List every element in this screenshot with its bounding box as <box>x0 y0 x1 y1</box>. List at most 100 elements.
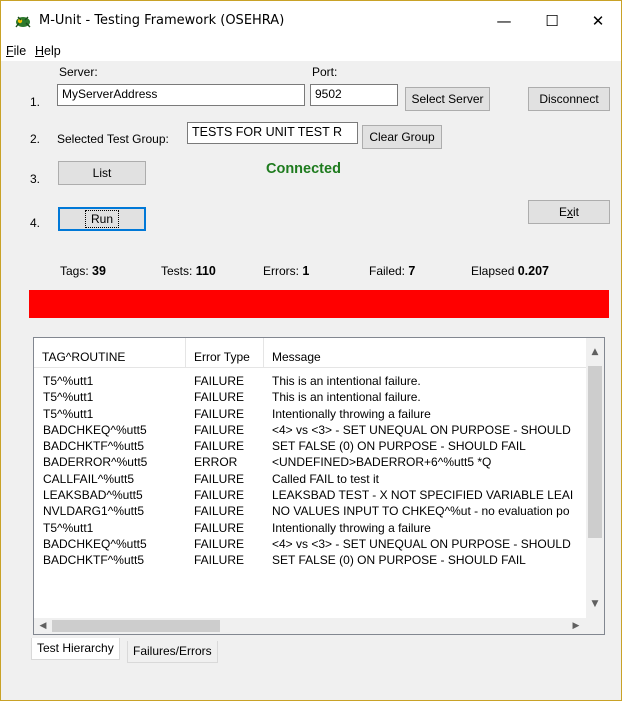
row-message: Intentionally throwing a failure <box>272 520 431 535</box>
port-label: Port: <box>312 65 338 79</box>
app-logo-icon <box>15 16 31 28</box>
horizontal-scroll-thumb[interactable] <box>52 620 220 632</box>
run-button-label: Run <box>84 210 120 228</box>
exit-button-prefix: E <box>558 205 567 219</box>
tab-failures-errors[interactable]: Failures/Errors <box>127 641 218 663</box>
row-error-type: FAILURE <box>194 471 245 486</box>
exit-button[interactable]: Ex it <box>528 200 610 224</box>
exit-button-suffix: it <box>573 205 579 219</box>
tests-stat: Tests: 110 <box>161 264 216 278</box>
errors-value: 1 <box>302 264 310 278</box>
disconnect-button[interactable]: Disconnect <box>528 87 610 111</box>
row-tag-routine: BADCHKTF^%utt5 <box>43 439 144 454</box>
results-list-body: T5^%utt1 FAILURE This is an intentional fa… <box>34 374 586 570</box>
column-header-error-type[interactable]: Error Type <box>186 338 264 368</box>
elapsed-stat: Elapsed 0.207 <box>471 264 549 278</box>
results-list-header: TAG^ROUTINE Error Type Message <box>34 338 586 368</box>
errors-stat: Errors: 1 <box>263 264 309 278</box>
table-row[interactable]: BADCHKEQ^%utt5 FAILURE <4> vs <3> - SET UN… <box>34 537 586 553</box>
row-error-type: ERROR <box>194 455 238 470</box>
clear-group-button[interactable]: Clear Group <box>362 125 442 149</box>
menu-help[interactable]: Help <box>35 44 61 58</box>
menu-bar: File Help <box>1 41 621 61</box>
row-message: NO VALUES INPUT TO CHKEQ^%ut - no evalua… <box>272 504 570 519</box>
row-message: This is an intentional failure. <box>272 374 421 388</box>
menu-file-label: ile <box>13 44 27 58</box>
table-row[interactable]: BADCHKTF^%utt5 FAILURE SET FALSE (0) ON PU… <box>34 439 586 455</box>
row-tag-routine: BADCHKTF^%utt5 <box>43 553 144 568</box>
row-message: Called FAIL to test it <box>272 471 379 486</box>
step-1-label: 1. <box>30 95 41 109</box>
table-row[interactable]: BADCHKEQ^%utt5 FAILURE <4> vs <3> - SET UN… <box>34 423 586 439</box>
scroll-corner <box>586 618 604 634</box>
test-group-input[interactable]: TESTS FOR UNIT TEST R <box>187 122 358 144</box>
server-input[interactable]: MyServerAddress <box>57 84 305 106</box>
row-tag-routine: T5^%utt1 <box>43 390 94 405</box>
close-button[interactable]: ✕ <box>575 1 621 41</box>
run-button[interactable]: Run <box>58 207 146 231</box>
column-header-tag-routine[interactable]: TAG^ROUTINE <box>34 338 186 368</box>
row-tag-routine: NVLDARG1^%utt5 <box>43 504 145 519</box>
row-message: This is an intentional failure. <box>272 390 421 405</box>
table-row[interactable]: T5^%utt1 FAILURE This is an intentional fa… <box>34 374 586 390</box>
table-row[interactable]: T5^%utt1 FAILURE Intentionally throwing a … <box>34 521 586 537</box>
scroll-down-icon[interactable]: ▼ <box>587 596 603 612</box>
port-input[interactable]: 9502 <box>310 84 398 106</box>
maximize-button[interactable]: ☐ <box>529 1 575 41</box>
tags-label: Tags: <box>60 264 89 278</box>
table-row[interactable]: T5^%utt1 FAILURE This is an intentional fa… <box>34 390 586 406</box>
menu-file[interactable]: File <box>6 44 26 58</box>
elapsed-label: Elapsed <box>471 264 515 278</box>
row-tag-routine: BADCHKEQ^%utt5 <box>43 422 147 437</box>
menu-help-accel: H <box>35 44 45 58</box>
row-error-type: FAILURE <box>194 374 245 388</box>
row-error-type: FAILURE <box>194 439 245 454</box>
vertical-scrollbar[interactable]: ▲ ▼ <box>586 338 604 618</box>
table-row[interactable]: BADCHKTF^%utt5 FAILURE SET FALSE (0) ON PU… <box>34 553 586 569</box>
table-row[interactable]: NVLDARG1^%utt5 FAILURE NO VALUES INPUT TO … <box>34 504 586 520</box>
row-message: <UNDEFINED>BADERROR+6^%utt5 *Q <box>272 455 492 470</box>
row-message: SET FALSE (0) ON PURPOSE - SHOULD FAIL <box>272 553 526 568</box>
scroll-up-icon[interactable]: ▲ <box>587 344 603 360</box>
table-row[interactable]: BADERROR^%utt5 ERROR <UNDEFINED>BADERROR+6… <box>34 455 586 471</box>
step-2-label: 2. <box>30 132 41 146</box>
failed-value: 7 <box>408 264 416 278</box>
row-error-type: FAILURE <box>194 488 245 503</box>
list-button[interactable]: List <box>58 161 146 185</box>
step-4-label: 4. <box>30 216 41 230</box>
elapsed-value: 0.207 <box>517 264 549 278</box>
row-tag-routine: T5^%utt1 <box>43 374 94 388</box>
row-tag-routine: CALLFAIL^%utt5 <box>43 471 135 486</box>
column-header-message[interactable]: Message <box>264 338 586 368</box>
minimize-button[interactable]: — <box>481 1 527 41</box>
results-list[interactable]: TAG^ROUTINE Error Type Message T5^%utt1 F… <box>33 337 605 635</box>
errors-label: Errors: <box>263 264 299 278</box>
app-window: M-Unit - Testing Framework (OSEHRA) — ☐ … <box>0 0 622 701</box>
row-tag-routine: T5^%utt1 <box>43 520 94 535</box>
row-error-type: FAILURE <box>194 422 245 437</box>
row-error-type: FAILURE <box>194 390 245 405</box>
title-bar: M-Unit - Testing Framework (OSEHRA) — ☐ … <box>1 1 621 41</box>
table-row[interactable]: LEAKSBAD^%utt5 FAILURE LEAKSBAD TEST - X N… <box>34 488 586 504</box>
tags-value: 39 <box>92 264 106 278</box>
row-tag-routine: BADERROR^%utt5 <box>43 455 148 470</box>
row-message: LEAKSBAD TEST - X NOT SPECIFIED VARIABLE… <box>272 488 574 503</box>
table-row[interactable]: T5^%utt1 FAILURE Intentionally throwing a … <box>34 407 586 423</box>
row-error-type: FAILURE <box>194 553 245 568</box>
horizontal-scrollbar[interactable]: ◀ ▶ <box>34 618 586 634</box>
row-error-type: FAILURE <box>194 504 245 519</box>
menu-help-label: elp <box>44 44 61 58</box>
scroll-left-icon[interactable]: ◀ <box>35 618 51 634</box>
tests-value: 110 <box>195 264 216 278</box>
tab-test-hierarchy[interactable]: Test Hierarchy <box>31 638 120 660</box>
vertical-scroll-thumb[interactable] <box>588 366 602 538</box>
row-tag-routine: T5^%utt1 <box>43 406 94 421</box>
row-message: <4> vs <3> - SET UNEQUAL ON PURPOSE - SH… <box>272 422 571 437</box>
select-server-button[interactable]: Select Server <box>405 87 490 111</box>
tags-stat: Tags: 39 <box>60 264 106 278</box>
row-message: Intentionally throwing a failure <box>272 406 431 421</box>
scroll-right-icon[interactable]: ▶ <box>568 618 584 634</box>
table-row[interactable]: CALLFAIL^%utt5 FAILURE Called FAIL to test… <box>34 472 586 488</box>
row-error-type: FAILURE <box>194 536 245 551</box>
row-tag-routine: LEAKSBAD^%utt5 <box>43 488 143 503</box>
